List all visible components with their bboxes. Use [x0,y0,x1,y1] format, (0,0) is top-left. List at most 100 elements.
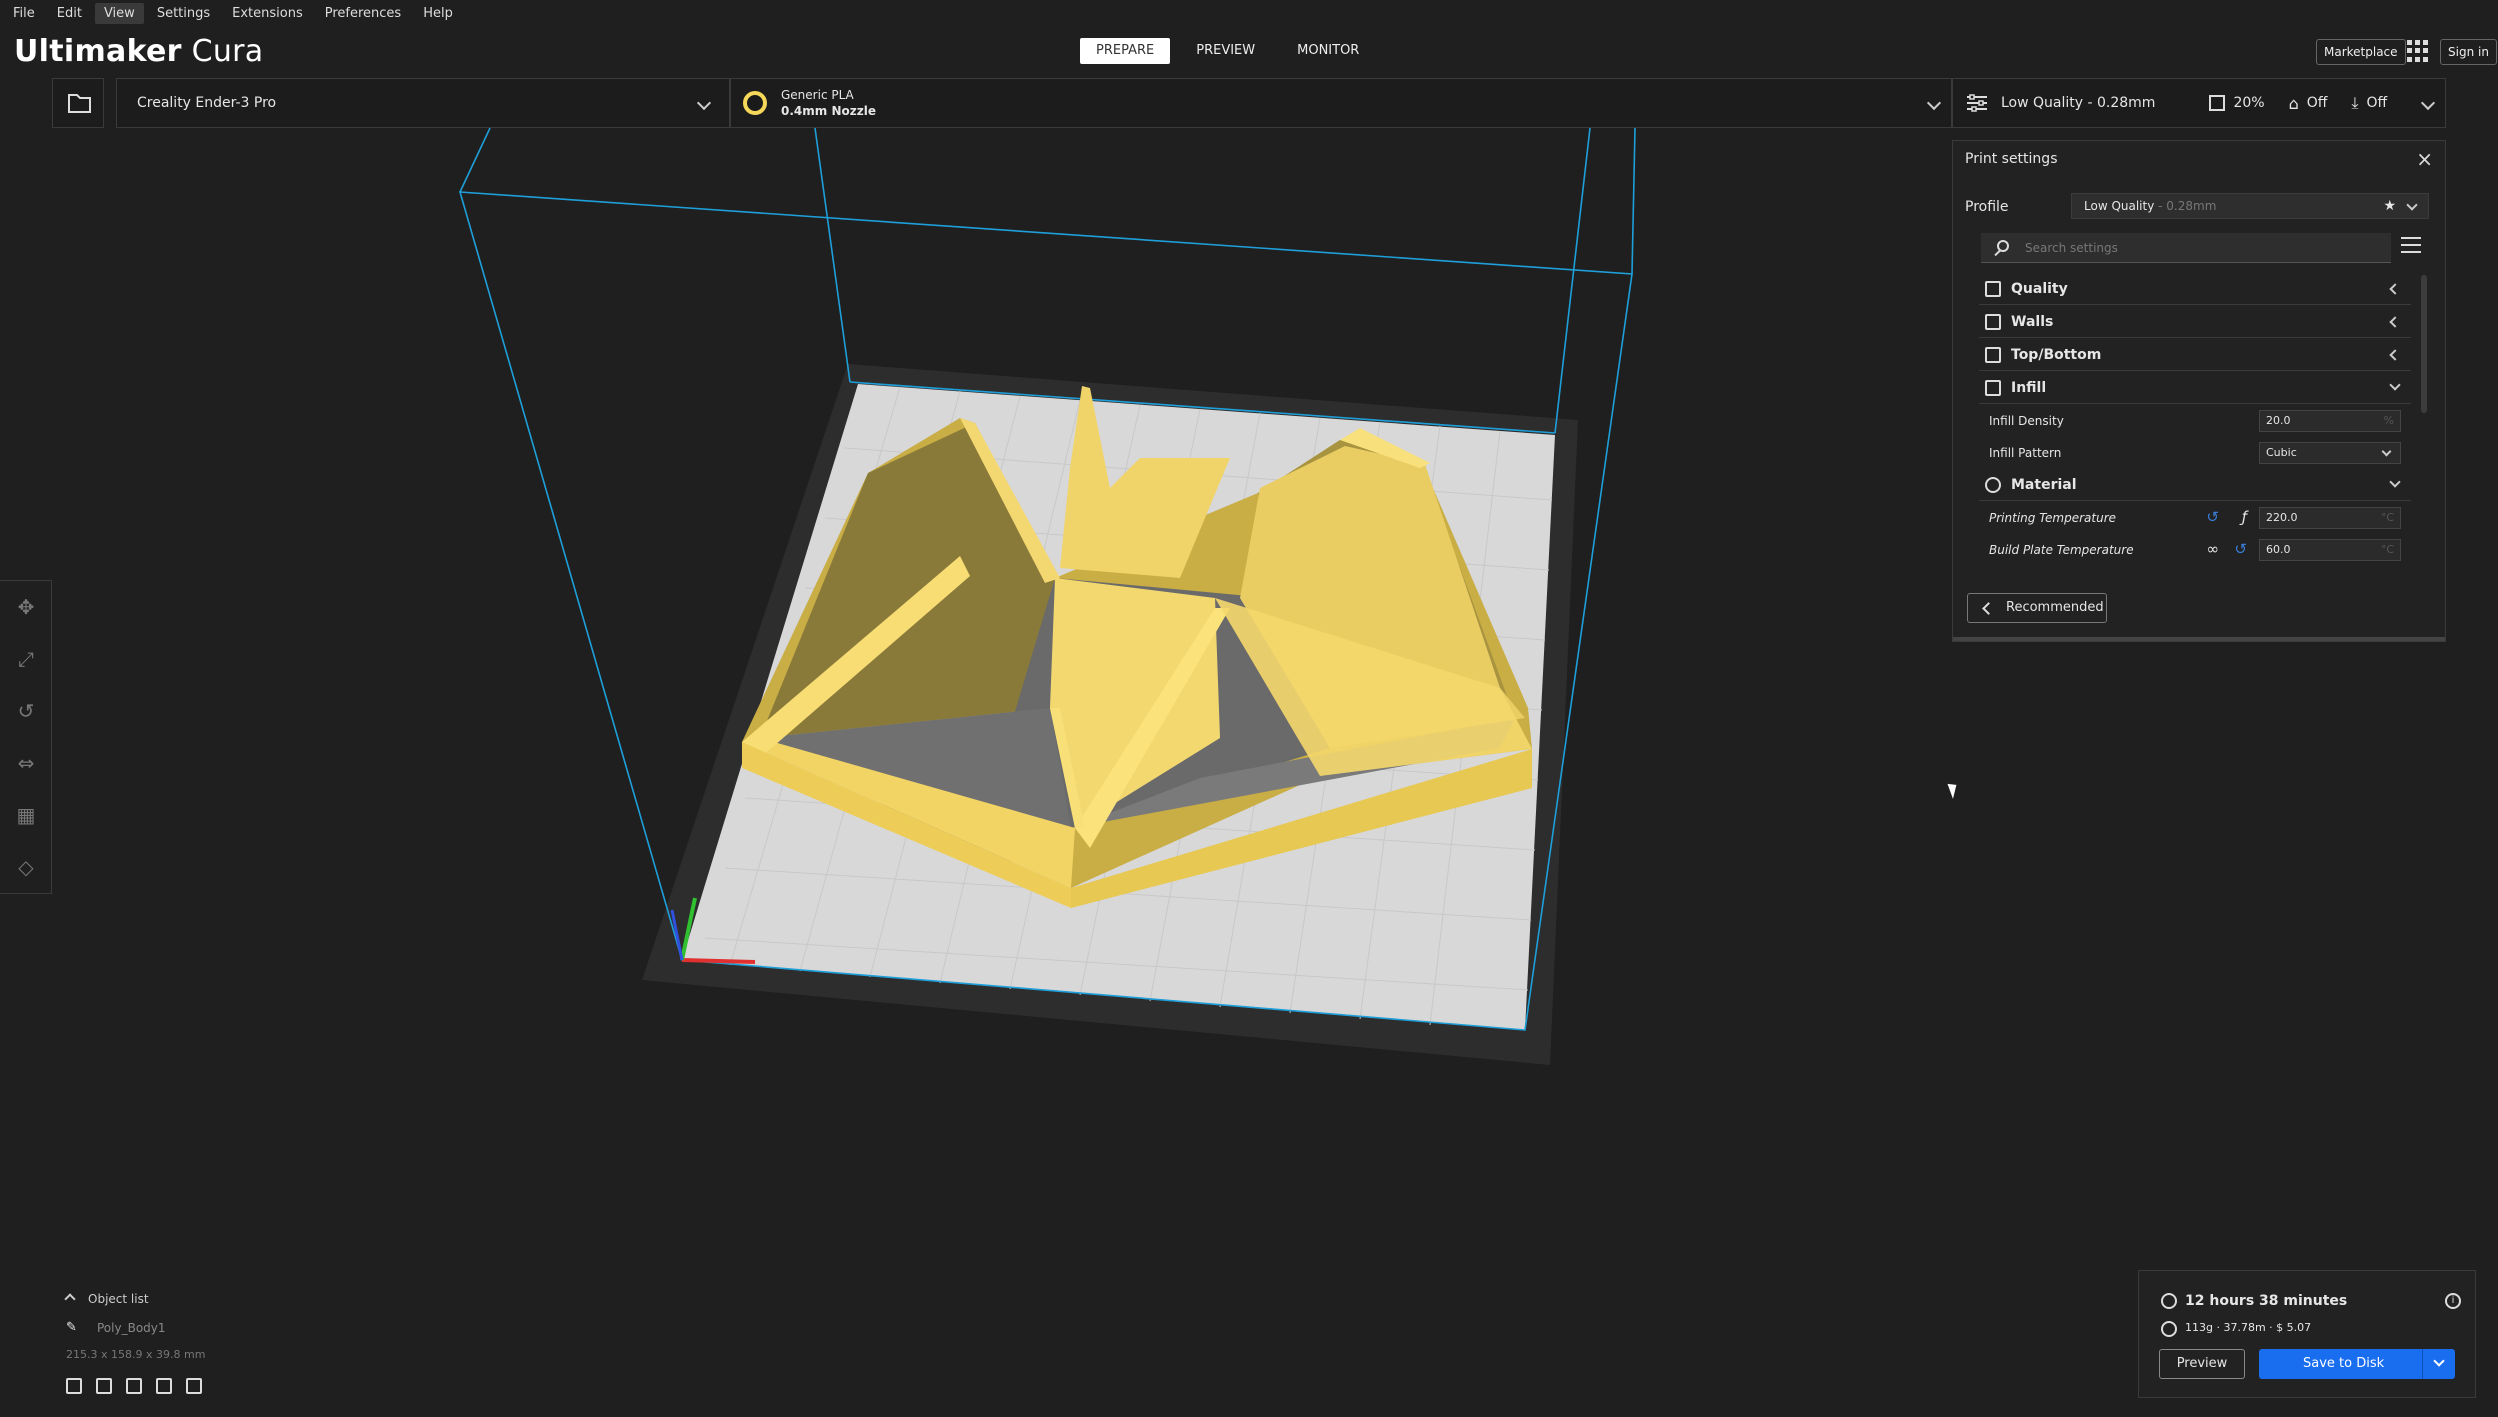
profile-suffix: - 0.28mm [2154,199,2217,213]
brand-light: Cura [191,34,264,69]
move-tool-icon[interactable]: ✥ [0,581,52,633]
scale-tool-icon[interactable]: ⤢ [0,633,52,685]
setting-label: Infill Pattern [1989,446,2062,460]
folder-icon [68,94,91,113]
right-view-icon[interactable] [186,1378,202,1394]
category-walls[interactable]: Walls [1979,306,2411,338]
infill-summary: 20% [2233,95,2265,111]
search-icon [1997,240,2009,252]
category-topbottom[interactable]: Top/Bottom [1979,339,2411,371]
infill-density-input[interactable]: 20.0% [2259,410,2401,432]
field-unit: °C [2380,543,2394,556]
material-selector[interactable]: Generic PLA 0.4mm Nozzle [730,78,1952,128]
printing-temperature-input[interactable]: 220.0 °C [2259,507,2401,529]
panel-resize-handle[interactable] [1953,637,2445,641]
front-view-icon[interactable] [96,1378,112,1394]
object-name[interactable]: Poly_Body1 [97,1321,166,1335]
left-view-icon[interactable] [156,1378,172,1394]
printer-selector[interactable]: Creality Ender-3 Pro [116,78,730,128]
reset-icon[interactable]: ↺ [2234,542,2247,557]
tab-monitor[interactable]: MONITOR [1281,38,1375,64]
brand-bold: Ultimaker [14,34,182,69]
object-list-toggle[interactable]: Object list [64,1292,149,1306]
chevron-down-icon[interactable] [2433,1355,2445,1367]
menu-extensions[interactable]: Extensions [223,3,312,24]
setting-build-plate-temperature: Build Plate Temperature ∞ ↺ 60.0 °C [1979,534,2411,566]
link-icon[interactable]: ∞ [2207,542,2220,557]
star-icon[interactable]: ★ [2383,194,2396,218]
field-value: 20.0 [2266,414,2291,427]
search-input[interactable]: Search settings [1981,233,2391,263]
infill-pattern-select[interactable]: Cubic [2259,442,2401,464]
material-info: Generic PLA 0.4mm Nozzle [781,87,876,119]
menu-edit[interactable]: Edit [48,3,91,24]
profile-label: Profile [1965,199,2009,215]
chevron-down-icon [1926,95,1942,111]
rotate-tool-icon[interactable]: ↺ [0,685,52,737]
field-value: Cubic [2266,446,2297,459]
x-axis [681,958,756,964]
topbottom-icon [1985,346,2001,363]
menu-bar: File Edit View Settings Extensions Prefe… [0,0,2498,26]
adhesion-icon: ⤓ [2351,93,2359,112]
category-infill[interactable]: Infill [1979,372,2411,404]
apps-grid-icon[interactable] [2407,40,2429,62]
signin-button[interactable]: Sign in [2440,39,2497,65]
top-view-icon[interactable] [126,1378,142,1394]
tab-preview[interactable]: PREVIEW [1180,38,1271,64]
extruder-icon [743,91,767,115]
menu-settings[interactable]: Settings [148,3,219,24]
sliders-icon [1967,94,1987,112]
function-icon[interactable]: ƒ [2242,510,2247,525]
category-material[interactable]: Material [1979,469,2411,501]
tab-prepare[interactable]: PREPARE [1080,38,1171,64]
setting-label: Infill Density [1989,414,2064,428]
settings-scrollbar[interactable] [2421,275,2427,413]
recommended-button[interactable]: Recommended [1967,593,2107,623]
per-model-settings-icon[interactable]: ▦ [0,789,52,841]
button-divider [2422,1349,2423,1379]
pencil-icon[interactable]: ✎ [66,1320,77,1335]
chevron-left-icon [1982,602,1995,615]
category-label: Material [2011,476,2077,493]
infill-icon [1985,379,2001,396]
preview-button[interactable]: Preview [2159,1349,2245,1379]
menu-view[interactable]: View [94,2,144,24]
print-settings-panel: Print settings × Profile Low Quality - 0… [1952,140,2446,642]
category-label: Quality [2011,280,2068,297]
quality-icon [1985,280,2001,297]
camera-view-buttons [66,1378,202,1394]
field-value: 60.0 [2266,543,2291,556]
chevron-down-icon [2406,199,2418,211]
setting-infill-density: Infill Density 20.0% [1979,405,2411,437]
open-file-button[interactable] [52,78,104,128]
settings-visibility-menu-icon[interactable] [2401,237,2421,258]
menu-help[interactable]: Help [414,3,462,24]
recommended-label: Recommended [2006,600,2104,615]
3d-view-icon[interactable] [66,1378,82,1394]
info-icon[interactable]: i [2445,1293,2461,1309]
save-to-disk-button[interactable]: Save to Disk [2259,1349,2455,1379]
chevron-down-icon [2389,476,2401,488]
print-settings-selector[interactable]: Low Quality - 0.28mm 20% ⌂ Off ⤓ Off [1952,78,2446,128]
build-plate-temperature-input[interactable]: 60.0 °C [2259,539,2401,561]
profile-select[interactable]: Low Quality - 0.28mm ★ [2071,193,2429,219]
support-blocker-icon[interactable]: ◇ [0,841,52,893]
object-dimensions: 215.3 x 158.9 x 39.8 mm [66,1348,206,1361]
chevron-left-icon [2389,349,2401,361]
chevron-down-icon [2389,379,2401,391]
category-quality[interactable]: Quality [1979,273,2411,305]
close-icon[interactable]: × [2416,147,2433,171]
print-time: 12 hours 38 minutes [2185,1293,2348,1309]
panel-title: Print settings [1965,151,2058,167]
print-estimate-panel: 12 hours 38 minutes i 113g · 37.78m · $ … [2138,1270,2476,1398]
menu-file[interactable]: File [4,3,44,24]
mirror-tool-icon[interactable]: ⇔ [0,737,52,789]
reset-icon[interactable]: ↺ [2206,510,2219,525]
category-label: Infill [2011,379,2047,396]
menu-preferences[interactable]: Preferences [316,3,410,24]
chevron-up-icon [64,1293,76,1305]
support-icon: ⌂ [2288,93,2299,113]
marketplace-button[interactable]: Marketplace [2316,39,2406,65]
field-unit: °C [2380,511,2394,524]
